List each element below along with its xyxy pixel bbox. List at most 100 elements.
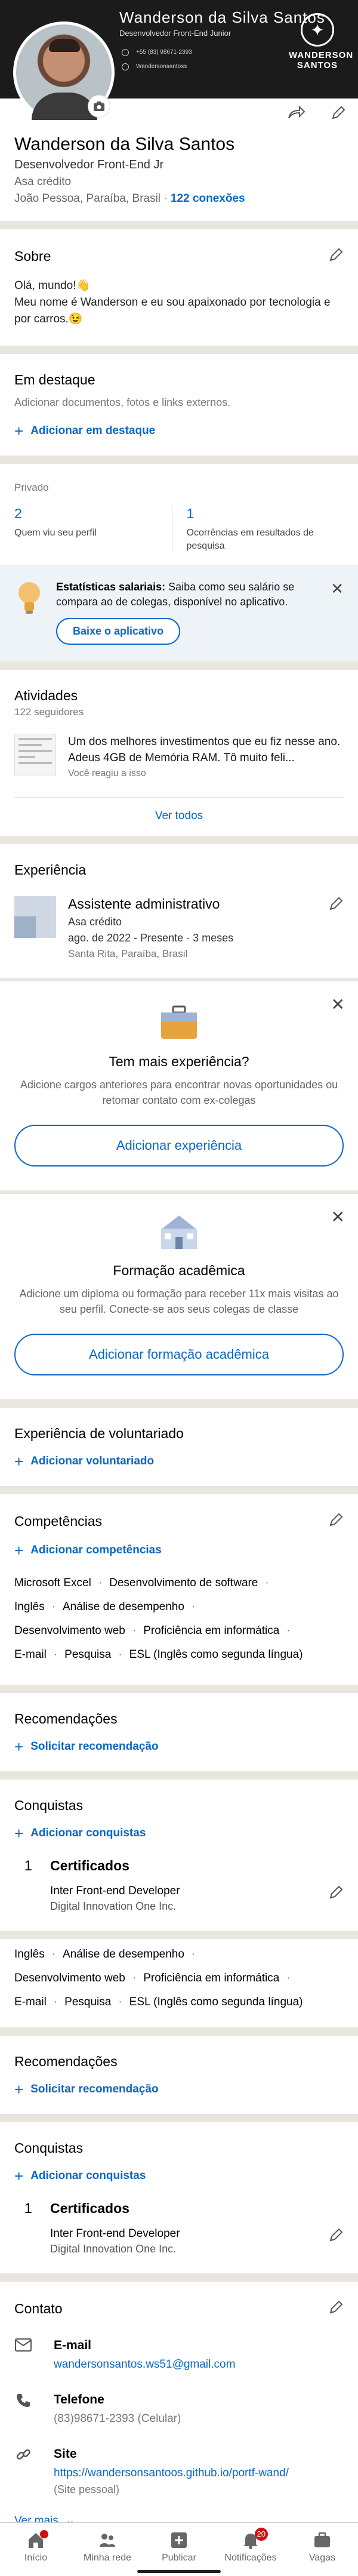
search-appearances-stat[interactable]: 1 Ocorrências em resultados de pesquisa — [171, 506, 344, 553]
school-icon — [14, 1214, 344, 1253]
edit-pencil-icon[interactable] — [328, 2227, 344, 2255]
add-skills-label: Adicionar competências — [30, 1544, 162, 1556]
cover-logo-text: WANDERSON SANTOS — [289, 50, 354, 70]
section-title: Atividades — [14, 688, 78, 703]
stat-label: Ocorrências em resultados de pesquisa — [186, 528, 314, 551]
add-achievement-button[interactable]: + Adicionar conquistas — [14, 2167, 344, 2185]
profile-views-stat[interactable]: 2 Quem viu seu perfil — [14, 506, 172, 553]
skill-item[interactable]: Inglês — [14, 1948, 45, 1961]
about-text: Olá, mundo!👋 Meu nome é Wanderson e eu s… — [14, 278, 344, 328]
avatar-shirt — [32, 93, 97, 120]
site-link[interactable]: https://wandersonsantoos.github.io/portf… — [54, 2465, 289, 2481]
close-icon[interactable]: ✕ — [331, 1207, 345, 1227]
skill-item[interactable]: Desenvolvimento de software — [109, 1577, 258, 1589]
add-achievement-label: Adicionar conquistas — [30, 2169, 146, 2182]
camera-icon[interactable] — [88, 96, 110, 117]
skill-item[interactable]: Análise de desempenho — [63, 1601, 184, 1613]
plus-icon: + — [14, 1452, 24, 1470]
skill-item[interactable]: Proficiência em informática — [143, 1624, 279, 1637]
profile-company[interactable]: Asa crédito — [14, 176, 344, 189]
phone-value[interactable]: (83)98671-2393 (Celular) — [54, 2411, 181, 2427]
add-post-icon — [170, 2531, 188, 2549]
add-experience-button[interactable]: Adicionar experiência — [14, 1125, 344, 1167]
edit-pencil-icon[interactable] — [328, 2300, 344, 2318]
see-all-activity-button[interactable]: Ver todos — [14, 797, 344, 823]
add-featured-button[interactable]: + Adicionar em destaque — [14, 423, 344, 439]
contact-phone: Telefone (83)98671-2393 (Celular) — [14, 2393, 344, 2427]
bell-icon: 20 — [242, 2528, 268, 2549]
request-recommendation-button[interactable]: + Solicitar recomendação — [14, 2082, 344, 2097]
section-title: Experiência de voluntariado — [14, 1426, 184, 1441]
contact-section: Contato E-mail wandersonsantos.ws51@gmai… — [0, 2282, 358, 2546]
skill-item[interactable]: Pesquisa — [64, 1996, 111, 2008]
add-skills-button[interactable]: + Adicionar competências — [14, 1543, 344, 1558]
activity-post[interactable]: Um dos melhores investimentos que eu fiz… — [14, 734, 344, 779]
skill-item[interactable]: Inglês — [14, 1601, 45, 1613]
add-volunteer-button[interactable]: + Adicionar voluntariado — [14, 1452, 344, 1470]
achievement-category-name: Certificados — [50, 2200, 129, 2216]
skill-item[interactable]: Desenvolvimento web — [14, 1972, 125, 1984]
education-section: ✕ Formação acadêmica Adicione um diploma… — [0, 1194, 358, 1399]
skill-item[interactable]: E-mail — [14, 1648, 47, 1661]
section-title: Experiência — [14, 862, 87, 878]
share-icon[interactable] — [288, 105, 305, 124]
skills-list: Microsoft Excel · Desenvolvimento de softw… — [14, 1577, 303, 1661]
experience-item[interactable]: Assistente administrativo Asa crédito ag… — [14, 896, 344, 960]
email-link[interactable]: wandersonsantos.ws51@gmail.com — [54, 2356, 235, 2372]
section-title: Conquistas — [14, 2140, 84, 2156]
close-icon[interactable]: ✕ — [331, 995, 345, 1014]
skill-item[interactable]: Microsoft Excel — [14, 1577, 91, 1589]
stat-number: 1 — [186, 506, 195, 521]
certificate-org: Digital Innovation One Inc. — [50, 2243, 177, 2255]
bottom-navigation: Início Minha rede Publicar 20 Notificaçõ… — [0, 2522, 358, 2576]
add-education-button[interactable]: Adicionar formação acadêmica — [14, 1334, 344, 1375]
promo-text: Adicione cargos anteriores para encontra… — [20, 1079, 338, 1106]
nav-network[interactable]: Minha rede — [72, 2523, 143, 2576]
company-logo — [14, 896, 56, 938]
skill-item[interactable]: E-mail — [14, 1996, 47, 2008]
edit-pencil-icon[interactable] — [328, 1885, 344, 1913]
certificate-org: Digital Innovation One Inc. — [50, 1900, 177, 1912]
contact-label: Site — [54, 2447, 77, 2461]
section-title: Conquistas — [14, 1798, 84, 1813]
edit-pencil-icon[interactable] — [328, 247, 344, 266]
plus-icon: + — [14, 2167, 24, 2185]
phone-icon — [14, 2393, 32, 2427]
cover-logo: ✦ WANDERSON SANTOS — [289, 13, 354, 70]
envelope-icon — [14, 2338, 32, 2372]
section-title: Sobre — [14, 248, 51, 264]
nav-post[interactable]: Publicar — [143, 2523, 215, 2576]
skill-item[interactable]: Proficiência em informática — [143, 1972, 279, 1984]
edit-pencil-icon[interactable] — [331, 105, 346, 124]
skill-item[interactable]: ESL (Inglês como segunda língua) — [129, 1996, 303, 2008]
site-type: (Site pessoal) — [54, 2483, 120, 2495]
add-achievement-button[interactable]: + Adicionar conquistas — [14, 1826, 344, 1841]
post-reaction: Você reagiu a isso — [68, 768, 146, 778]
skill-item[interactable]: Pesquisa — [64, 1648, 111, 1661]
skill-item[interactable]: ESL (Inglês como segunda língua) — [129, 1648, 303, 1661]
skill-item[interactable]: Análise de desempenho — [63, 1948, 184, 1961]
achievement-category: 1 Certificados Inter Front-end Developer… — [14, 2200, 344, 2255]
skill-item[interactable]: Desenvolvimento web — [14, 1624, 125, 1637]
section-title: Recomendações — [14, 2054, 118, 2069]
job-dates: ago. de 2022 - Presente · 3 meses — [68, 932, 234, 944]
about-section: Sobre Olá, mundo!👋 Meu nome é Wanderson … — [0, 229, 358, 346]
certificate-item[interactable]: Inter Front-end Developer Digital Innova… — [50, 2227, 344, 2255]
close-icon[interactable]: ✕ — [331, 580, 344, 598]
about-line: Olá, mundo!👋 — [14, 279, 91, 292]
skills-list: Inglês · Análise de desempenho · Desenvolvi… — [14, 1948, 303, 2008]
certificate-item[interactable]: Inter Front-end Developer Digital Innova… — [50, 1885, 344, 1913]
nav-home[interactable]: Início — [0, 2523, 72, 2576]
home-indicator[interactable] — [137, 2570, 221, 2573]
edit-pencil-icon[interactable] — [328, 1512, 344, 1531]
nav-jobs[interactable]: Vagas — [286, 2523, 358, 2576]
edit-pencil-icon[interactable] — [328, 896, 344, 960]
nav-notifications[interactable]: 20 Notificações — [215, 2523, 286, 2576]
connections-link[interactable]: 122 conexões — [171, 192, 245, 205]
request-recommendation-button[interactable]: + Solicitar recomendação — [14, 1739, 344, 1755]
salary-banner: Estatísticas salariais: Saiba como seu s… — [0, 565, 358, 661]
job-location: Santa Rita, Paraíba, Brasil — [68, 948, 188, 959]
achievements-section: Conquistas + Adicionar conquistas 1 Cert… — [0, 2122, 358, 2273]
download-app-button[interactable]: Baixe o aplicativo — [56, 618, 181, 645]
contact-site: Site https://wandersonsantoos.github.io/… — [14, 2447, 344, 2496]
